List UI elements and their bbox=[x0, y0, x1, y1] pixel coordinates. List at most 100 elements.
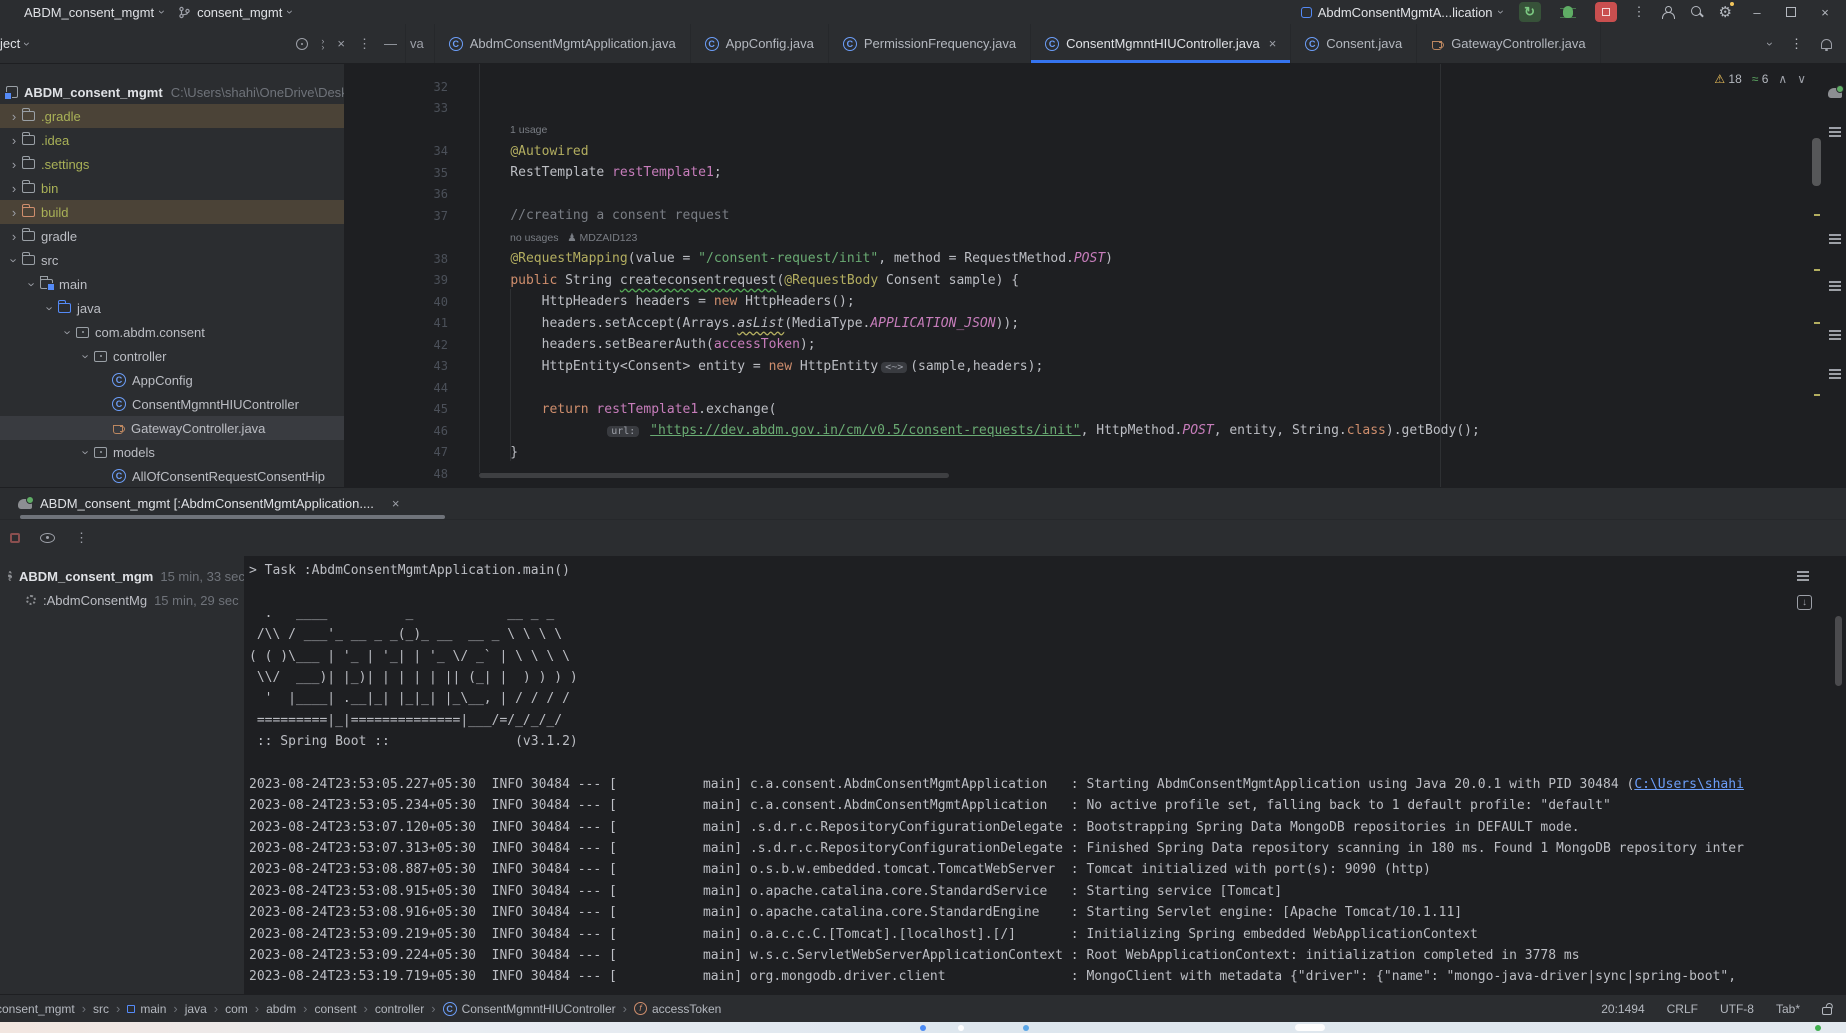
tree-item[interactable]: ›.gradle bbox=[0, 104, 344, 128]
next-problem-icon[interactable]: ∨ bbox=[1797, 72, 1806, 86]
indent-style[interactable]: Tab* bbox=[1776, 1002, 1800, 1016]
tree-item[interactable]: ›src bbox=[0, 248, 344, 272]
collapse-all-icon[interactable]: ›› bbox=[321, 38, 324, 50]
tree-item[interactable]: AllOfConsentRequestConsentHip bbox=[0, 464, 344, 487]
tree-item[interactable]: ›controller bbox=[0, 344, 344, 368]
show-options-eye-icon[interactable] bbox=[40, 533, 55, 543]
services-tool-icon[interactable] bbox=[1829, 280, 1841, 291]
editor-tab[interactable]: GatewayController.java bbox=[1417, 24, 1600, 63]
tree-item[interactable]: ›bin bbox=[0, 176, 344, 200]
tree-item[interactable]: ABDM_consent_mgmtC:\Users\shahi\OneDrive… bbox=[0, 80, 344, 104]
tree-chevron-icon[interactable]: › bbox=[6, 157, 22, 172]
tree-item[interactable]: ›models bbox=[0, 440, 344, 464]
prev-problem-icon[interactable]: ∧ bbox=[1778, 72, 1787, 86]
tree-chevron-icon[interactable]: › bbox=[6, 205, 22, 220]
unlocked-icon[interactable] bbox=[1822, 1007, 1832, 1015]
window-maximize-button[interactable] bbox=[1782, 5, 1800, 20]
tree-chevron-icon[interactable]: › bbox=[25, 276, 40, 292]
run-tab[interactable]: ABDM_consent_mgmt [:AbdmConsentMgmtAppli… bbox=[18, 496, 399, 511]
editor-tab[interactable]: ConsentMgmntHIUController.java× bbox=[1031, 24, 1291, 63]
run-configuration-selector[interactable]: AbdmConsentMgmtA...lication › bbox=[1301, 5, 1503, 20]
tabs-dropdown-icon[interactable]: › bbox=[1764, 42, 1776, 46]
tree-chevron-icon[interactable]: › bbox=[7, 252, 22, 268]
caret-position[interactable]: 20:1494 bbox=[1601, 1002, 1644, 1016]
line-separator[interactable]: CRLF bbox=[1667, 1002, 1698, 1016]
tree-item[interactable]: ConsentMgmntHIUController bbox=[0, 392, 344, 416]
structure-tool-icon[interactable] bbox=[1829, 233, 1841, 244]
notifications-bell-icon[interactable] bbox=[1821, 39, 1832, 49]
more-actions-icon[interactable]: ⋮ bbox=[1633, 4, 1646, 20]
select-opened-file-icon[interactable] bbox=[296, 38, 308, 50]
window-minimize-button[interactable]: – bbox=[1748, 5, 1766, 20]
dependencies-tool-icon[interactable] bbox=[1829, 368, 1841, 379]
run-process-item[interactable]: ABDM_consent_mgm15 min, 33 sec bbox=[0, 564, 244, 588]
more-options-icon[interactable]: ⋮ bbox=[358, 36, 371, 52]
editor-tab[interactable]: va bbox=[406, 24, 435, 63]
tree-chevron-icon[interactable]: › bbox=[79, 348, 94, 364]
tree-item[interactable]: GatewayController.java bbox=[0, 416, 344, 440]
console-scrollbar-thumb[interactable] bbox=[1835, 616, 1842, 686]
tree-item[interactable]: ›com.abdm.consent bbox=[0, 320, 344, 344]
tree-chevron-icon[interactable]: › bbox=[79, 444, 94, 460]
editor-tab[interactable]: AbdmConsentMgmtApplication.java bbox=[435, 24, 691, 63]
vcs-branch-widget[interactable]: consent_mgmt › bbox=[178, 5, 292, 20]
more-options-icon[interactable]: ⋮ bbox=[75, 530, 88, 546]
settings-gear-icon[interactable]: ⚙ bbox=[1719, 3, 1732, 21]
editor-tab[interactable]: Consent.java bbox=[1291, 24, 1417, 63]
breadcrumb-item[interactable]: src bbox=[93, 1002, 109, 1016]
scroll-to-end-icon[interactable]: ↓ bbox=[1797, 595, 1812, 610]
console-link[interactable]: C:\Users\shahi bbox=[1634, 777, 1744, 792]
stop-process-icon[interactable] bbox=[10, 533, 20, 543]
tree-item[interactable]: ›java bbox=[0, 296, 344, 320]
editor-scrollbar-thumb[interactable] bbox=[1812, 138, 1821, 186]
file-encoding[interactable]: UTF-8 bbox=[1720, 1002, 1754, 1016]
run-process-item[interactable]: :AbdmConsentMg15 min, 29 sec bbox=[0, 588, 244, 612]
tree-item[interactable]: ›.idea bbox=[0, 128, 344, 152]
build-tool-icon[interactable] bbox=[1829, 126, 1841, 137]
breadcrumb-item[interactable]: com bbox=[225, 1002, 248, 1016]
tree-item[interactable]: ›gradle bbox=[0, 224, 344, 248]
tree-chevron-icon[interactable]: › bbox=[6, 109, 22, 124]
project-widget[interactable]: ABDM_consent_mgmt › bbox=[24, 5, 164, 20]
error-stripe[interactable] bbox=[1810, 64, 1824, 487]
run-console[interactable]: > Task :AbdmConsentMgmtApplication.main(… bbox=[244, 556, 1846, 994]
tree-chevron-icon[interactable]: › bbox=[6, 133, 22, 148]
tree-chevron-icon[interactable]: › bbox=[6, 229, 22, 244]
breadcrumb-item[interactable]: main bbox=[127, 1002, 166, 1016]
tabs-more-icon[interactable]: ⋮ bbox=[1790, 36, 1803, 52]
debug-button[interactable] bbox=[1557, 2, 1579, 22]
breadcrumb-item[interactable]: abdm bbox=[266, 1002, 296, 1016]
close-icon[interactable]: × bbox=[337, 36, 345, 51]
horizontal-scrollbar[interactable] bbox=[479, 473, 949, 478]
hide-panel-icon[interactable]: — bbox=[384, 36, 397, 51]
gradle-tool-icon[interactable] bbox=[1828, 88, 1842, 98]
editor-tab[interactable]: PermissionFrequency.java bbox=[829, 24, 1031, 63]
tree-item-label: ABDM_consent_mgmt bbox=[24, 85, 163, 100]
search-icon[interactable] bbox=[1691, 6, 1703, 18]
breadcrumb-item[interactable]: consent bbox=[315, 1002, 357, 1016]
problems-tool-icon[interactable] bbox=[1829, 329, 1841, 340]
inspections-widget[interactable]: ⚠ 18 ≈ 6 ∧ ∨ bbox=[1714, 72, 1806, 86]
tree-item[interactable]: AppConfig bbox=[0, 368, 344, 392]
breadcrumb-item[interactable]: accessToken bbox=[634, 1002, 721, 1016]
tree-item[interactable]: ›.settings bbox=[0, 152, 344, 176]
stop-button[interactable] bbox=[1595, 2, 1617, 22]
close-icon[interactable]: × bbox=[1269, 36, 1277, 51]
breadcrumb-item[interactable]: ConsentMgmntHIUController bbox=[443, 1002, 616, 1016]
code-editor[interactable]: 32331 usage34 @Autowired35 RestTemplate … bbox=[345, 64, 1846, 487]
breadcrumb-item[interactable]: java bbox=[185, 1002, 207, 1016]
soft-wrap-icon[interactable] bbox=[1797, 570, 1809, 581]
breadcrumb-item[interactable]: consent_mgmt bbox=[0, 1002, 75, 1016]
breadcrumb-item[interactable]: controller bbox=[375, 1002, 424, 1016]
close-icon[interactable]: × bbox=[392, 496, 400, 511]
tree-item[interactable]: ›main bbox=[0, 272, 344, 296]
rerun-button[interactable]: ↻ bbox=[1519, 2, 1541, 22]
tree-chevron-icon[interactable]: › bbox=[6, 181, 22, 196]
window-close-button[interactable]: × bbox=[1816, 5, 1834, 20]
editor-tab[interactable]: AppConfig.java bbox=[691, 24, 829, 63]
add-user-icon[interactable] bbox=[1662, 6, 1675, 18]
tree-item[interactable]: ›build bbox=[0, 200, 344, 224]
tree-chevron-icon[interactable]: › bbox=[43, 300, 58, 316]
project-panel-title[interactable]: ject › bbox=[0, 36, 29, 51]
tree-chevron-icon[interactable]: › bbox=[61, 324, 76, 340]
